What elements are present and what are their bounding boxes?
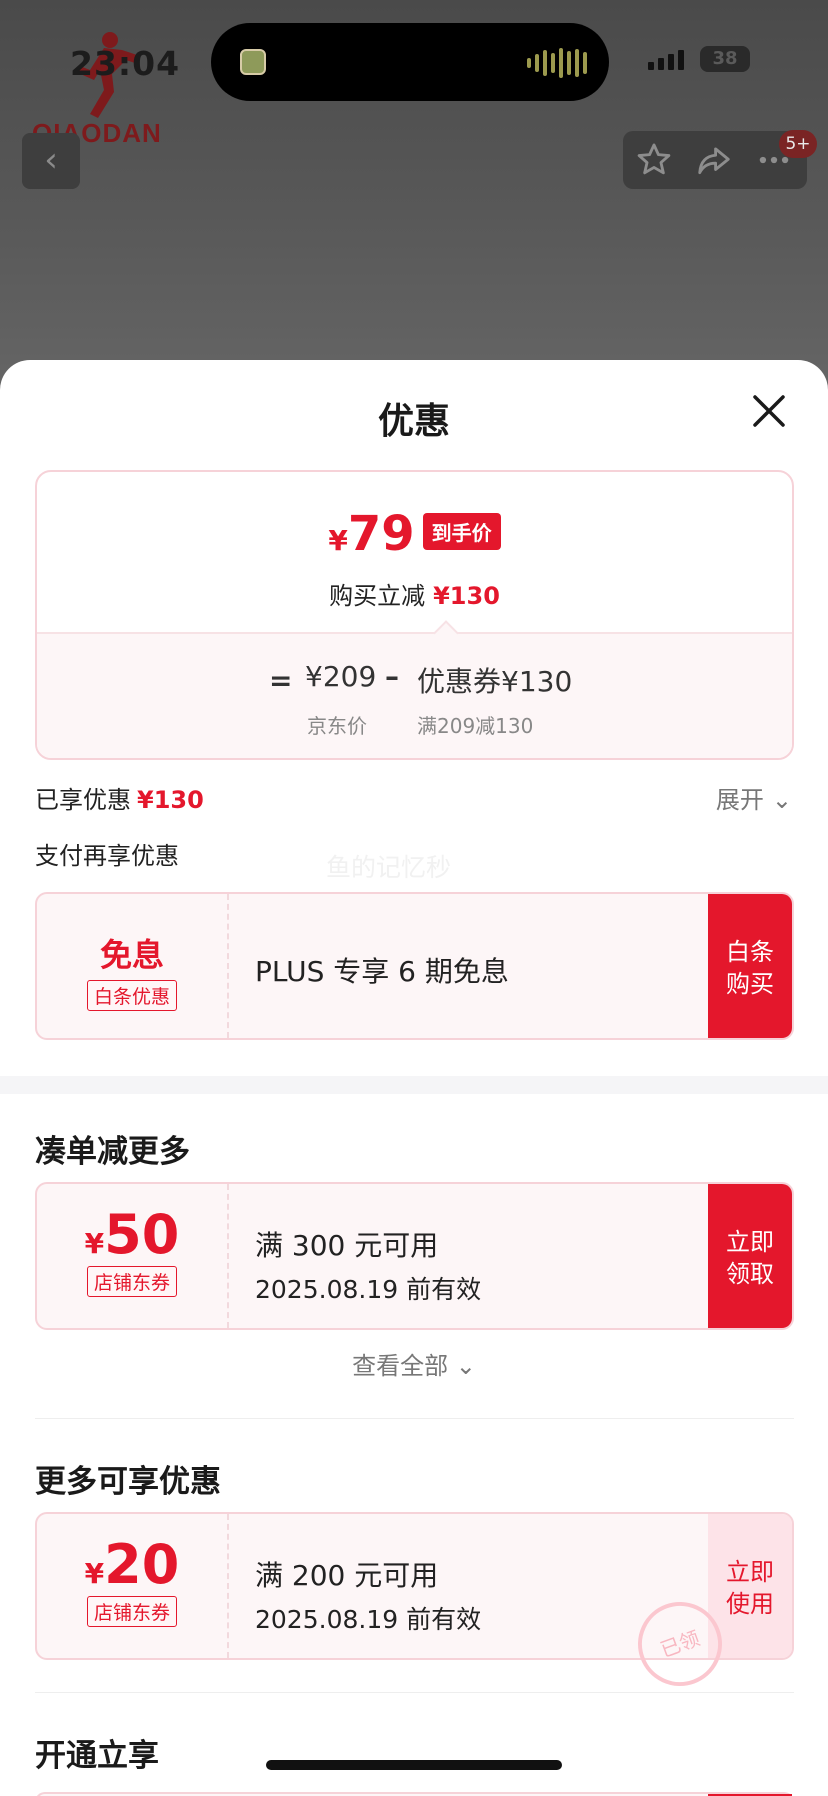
coupon-condition: 满 300 元可用	[255, 1229, 439, 1262]
back-button[interactable]: ‹	[22, 133, 80, 189]
section-title-open: 开通立享	[35, 1738, 159, 1774]
currency-symbol: ¥	[328, 524, 348, 557]
button-line-1: 立即	[726, 1228, 774, 1256]
coupon-amount: 50	[104, 1203, 180, 1266]
coupon-amount: 优惠券¥130	[417, 665, 573, 698]
price-breakdown-card: ¥79 到手价 购买立减 ¥130 = ¥209 – 优惠券¥130 京东价 满20…	[35, 470, 794, 760]
divider	[35, 1418, 794, 1419]
coupon-value: ¥20	[37, 1538, 227, 1592]
final-price-value: 79	[347, 506, 415, 562]
price-formula: = ¥209 – 优惠券¥130 京东价 满209减130	[37, 632, 792, 758]
coupon-condition: 满 200 元可用	[255, 1559, 439, 1592]
final-price-tag: 到手价	[422, 513, 501, 550]
divider	[35, 1692, 794, 1693]
button-line-2: 购买	[726, 970, 774, 998]
partial-coupon	[35, 1792, 794, 1796]
currency-symbol: ¥	[84, 1557, 105, 1590]
button-line-2: 使用	[726, 1590, 774, 1618]
button-line-2: 领取	[726, 1260, 774, 1288]
baitiao-coupon: 免息 白条优惠 PLUS 专享 6 期免息 白条 购买	[35, 892, 794, 1040]
store-coupon-50: ¥50 店铺东券 满 300 元可用 2025.08.19 前有效 立即 领取	[35, 1182, 794, 1330]
battery-indicator: 38	[700, 46, 750, 72]
button-line-1: 立即	[726, 1558, 774, 1586]
enjoyed-value: ¥130	[137, 786, 204, 814]
reduction-value: ¥130	[433, 582, 500, 610]
coupon-value-area: ¥50 店铺东券	[37, 1184, 229, 1328]
see-all-label: 查看全部	[352, 1352, 449, 1380]
enjoyed-label: 已享优惠	[35, 786, 131, 814]
currency-symbol: ¥	[84, 1227, 105, 1260]
discount-sheet: 优惠 ¥79 到手价 购买立减 ¥130 = ¥209 – 优惠券¥130 京东价 …	[0, 360, 828, 1796]
expand-button[interactable]: 展开 ⌄	[716, 780, 792, 815]
section-title-more: 凑单减更多	[35, 1134, 190, 1170]
enjoyed-discount: 已享优惠 ¥130	[35, 780, 204, 815]
back-icon: ‹	[44, 140, 58, 180]
pay-more-title: 支付再享优惠	[35, 842, 179, 870]
interest-free-label: 免息	[99, 936, 164, 974]
minus-sign: –	[385, 660, 399, 693]
sheet-title: 优惠	[377, 401, 450, 442]
audio-wave-icon	[527, 47, 587, 79]
star-icon[interactable]	[635, 141, 673, 179]
claim-coupon-button[interactable]: 立即 领取	[708, 1184, 792, 1328]
coupon-amount: 20	[104, 1533, 180, 1596]
reduction-label: 购买立减	[329, 582, 426, 610]
see-all-button[interactable]: 查看全部 ⌄	[0, 1346, 828, 1381]
chevron-down-icon: ⌄	[771, 786, 792, 814]
section-separator	[0, 1076, 828, 1094]
section-title-available: 更多可享优惠	[35, 1464, 221, 1500]
home-indicator[interactable]	[266, 1760, 562, 1770]
baitiao-buy-button[interactable]: 白条 购买	[708, 894, 792, 1038]
message-badge: 5+	[779, 130, 817, 158]
close-icon[interactable]	[748, 390, 790, 432]
final-price: ¥79 到手价	[37, 506, 792, 562]
dynamic-island	[211, 23, 609, 101]
store-coupon-tag: 店铺东券	[86, 1266, 177, 1297]
coupon-value-area: ¥20 店铺东券	[37, 1514, 229, 1658]
button-line-1: 白条	[726, 938, 774, 966]
original-price: ¥209	[305, 660, 377, 693]
coupon-validity: 2025.08.19 前有效	[255, 1605, 482, 1634]
coupon-condition: 满209减130	[417, 714, 534, 738]
expand-label: 展开	[715, 786, 764, 814]
share-icon[interactable]	[695, 141, 733, 179]
coupon-description: PLUS 专享 6 期免息	[255, 955, 509, 988]
signal-icon	[648, 50, 684, 70]
store-coupon-tag: 店铺东券	[86, 1596, 177, 1627]
original-price-label: 京东价	[307, 714, 367, 738]
coupon-value: ¥50	[37, 1208, 227, 1262]
coupon-validity: 2025.08.19 前有效	[255, 1275, 482, 1304]
now-playing-thumbnail	[240, 49, 266, 75]
reduction-line: 购买立减 ¥130	[37, 576, 792, 611]
chevron-down-icon: ⌄	[455, 1352, 476, 1380]
baitiao-tag: 白条优惠	[86, 980, 177, 1011]
status-time: 23:04	[70, 44, 181, 83]
coupon-value-area: 免息 白条优惠	[37, 894, 229, 1038]
watermark-text: 鱼的记忆秒	[326, 853, 452, 882]
final-price-area: ¥79 到手价 购买立减 ¥130	[37, 472, 792, 632]
equals-sign: =	[269, 664, 293, 697]
